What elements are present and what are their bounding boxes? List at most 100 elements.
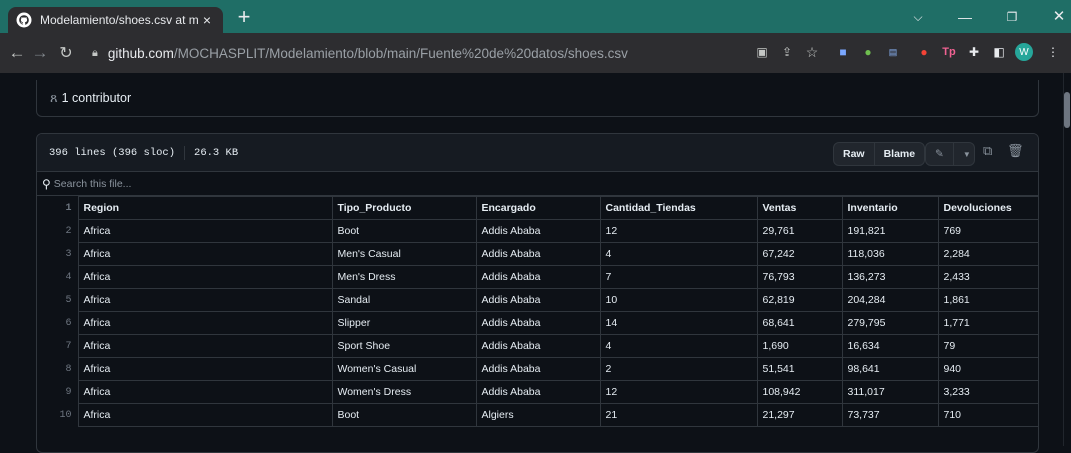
extension-3-icon[interactable]: ▤ <box>884 43 902 61</box>
scrollbar-thumb[interactable] <box>1064 92 1070 128</box>
table-cell: 62,819 <box>756 288 843 312</box>
extension-2-icon[interactable]: ● <box>859 43 877 61</box>
browser-toolbar: ← → ↻ 🔒︎ github.com/MOCHASPLIT/Modelamie… <box>0 33 1071 73</box>
line-number[interactable]: 6 <box>37 312 78 335</box>
column-header: Devoluciones <box>937 196 1038 220</box>
close-window-icon[interactable]: ✕ <box>1041 4 1071 30</box>
column-header: Cantidad_Tiendas <box>599 196 758 220</box>
line-number[interactable]: 2 <box>37 220 78 243</box>
table-cell: 68,641 <box>756 311 843 335</box>
lock-icon: 🔒︎ <box>92 46 98 59</box>
pencil-icon[interactable]: ✎ <box>926 143 954 165</box>
table-cell: Africa <box>77 403 333 427</box>
new-tab-button[interactable]: + <box>232 6 256 30</box>
translate-icon[interactable]: ▣ <box>753 43 771 61</box>
restore-icon[interactable]: ❐ <box>994 4 1030 30</box>
table-cell: 108,942 <box>756 380 843 404</box>
scrollbar[interactable] <box>1063 73 1071 446</box>
line-number[interactable]: 10 <box>37 404 78 427</box>
table-row: 9 Africa Women's Dress Addis Ababa 12 108,942… <box>37 380 1038 404</box>
line-number[interactable]: 5 <box>37 289 78 312</box>
line-number[interactable]: 7 <box>37 335 78 358</box>
table-row: 10 Africa Boot Algiers 21 21,297 73,737 710 <box>37 403 1038 427</box>
table-row: 8 Africa Women's Casual Addis Ababa 2 51,541 9… <box>37 357 1038 381</box>
table-cell: Addis Ababa <box>475 265 601 289</box>
table-cell: Sport Shoe <box>331 334 477 358</box>
reload-icon[interactable]: ↻ <box>53 43 79 63</box>
menu-kebab-icon[interactable]: ⋮ <box>1044 43 1062 61</box>
table-cell: Women's Dress <box>331 380 477 404</box>
table-cell: 2 <box>599 357 758 381</box>
trash-icon[interactable]: 🗑︎ <box>1007 144 1024 159</box>
line-number[interactable]: 3 <box>37 243 78 266</box>
table-cell: 14 <box>599 311 758 335</box>
table-cell: 29,761 <box>756 219 843 243</box>
table-cell: 21 <box>599 403 758 427</box>
table-cell: Africa <box>77 357 333 381</box>
chevron-down-icon[interactable]: ▼ <box>954 143 974 165</box>
share-icon[interactable]: ⇪ <box>778 43 796 61</box>
contributors-box: ጸ 1 contributor <box>36 80 1039 117</box>
table-cell: Africa <box>77 265 333 289</box>
line-number[interactable]: 1 <box>37 197 78 220</box>
tab-title: Modelamiento/shoes.csv at main <box>40 13 199 27</box>
table-cell: 279,795 <box>841 311 939 335</box>
table-cell: Addis Ababa <box>475 219 601 243</box>
edit-group: ✎ ▼ <box>925 142 975 166</box>
search-input[interactable]: Search this file... <box>54 178 132 190</box>
table-cell: 4 <box>599 242 758 266</box>
tab-strip: Modelamiento/shoes.csv at main × + ⌵ — ❐… <box>0 0 1071 33</box>
address-bar[interactable]: 🔒︎ github.com/MOCHASPLIT/Modelamiento/bl… <box>82 38 782 68</box>
table-row: 6 Africa Slipper Addis Ababa 14 68,641 279,795… <box>37 311 1038 335</box>
table-cell: Boot <box>331 403 477 427</box>
profile-avatar[interactable]: W <box>1015 43 1033 61</box>
raw-button[interactable]: Raw <box>834 143 875 165</box>
table-cell: 710 <box>937 403 1038 427</box>
table-cell: 12 <box>599 380 758 404</box>
line-number[interactable]: 9 <box>37 381 78 404</box>
table-cell: 10 <box>599 288 758 312</box>
raw-blame-group: Raw Blame <box>833 142 926 166</box>
table-cell: 67,242 <box>756 242 843 266</box>
close-tab-icon[interactable]: × <box>199 12 215 28</box>
browser-tab[interactable]: Modelamiento/shoes.csv at main × <box>8 7 223 33</box>
table-cell: 12 <box>599 219 758 243</box>
table-cell: Addis Ababa <box>475 357 601 381</box>
copy-icon[interactable]: ⧉ <box>983 144 992 159</box>
table-row: 7 Africa Sport Shoe Addis Ababa 4 1,690 16,634… <box>37 334 1038 358</box>
table-cell: 311,017 <box>841 380 939 404</box>
file-search[interactable]: ⚲ Search this file... <box>37 172 1038 196</box>
line-number[interactable]: 4 <box>37 266 78 289</box>
table-cell: 79 <box>937 334 1038 358</box>
table-cell: 7 <box>599 265 758 289</box>
table-cell: 73,737 <box>841 403 939 427</box>
table-cell: 2,284 <box>937 242 1038 266</box>
extension-4-icon[interactable]: ● <box>915 43 933 61</box>
extension-1-icon[interactable]: ■ <box>834 43 852 61</box>
forward-icon[interactable]: → <box>27 43 53 63</box>
table-cell: Africa <box>77 288 333 312</box>
csv-table: 1 Region Tipo_Producto Encargado Cantida… <box>37 196 1038 427</box>
column-header: Tipo_Producto <box>331 196 477 220</box>
column-header: Inventario <box>841 196 939 220</box>
extension-5-icon[interactable]: Tp <box>940 43 958 61</box>
table-cell: Addis Ababa <box>475 334 601 358</box>
table-cell: 940 <box>937 357 1038 381</box>
table-cell: 204,284 <box>841 288 939 312</box>
table-cell: Addis Ababa <box>475 380 601 404</box>
blame-button[interactable]: Blame <box>875 143 925 165</box>
github-icon <box>16 12 32 28</box>
file-viewer: 396 lines (396 sloc) 26.3 KB Raw Blame ✎… <box>36 133 1039 453</box>
side-panel-icon[interactable]: ◧ <box>990 43 1008 61</box>
tab-search-icon[interactable]: ⌵ <box>900 4 936 30</box>
bookmark-star-icon[interactable]: ☆ <box>803 43 821 61</box>
line-number[interactable]: 8 <box>37 358 78 381</box>
table-cell: Men's Casual <box>331 242 477 266</box>
extensions-puzzle-icon[interactable]: ✚ <box>965 43 983 61</box>
minimize-icon[interactable]: — <box>947 4 983 30</box>
table-cell: 191,821 <box>841 219 939 243</box>
contributors-label[interactable]: 1 contributor <box>62 91 131 105</box>
column-header: Encargado <box>475 196 601 220</box>
table-cell: 4 <box>599 334 758 358</box>
table-cell: 3,233 <box>937 380 1038 404</box>
